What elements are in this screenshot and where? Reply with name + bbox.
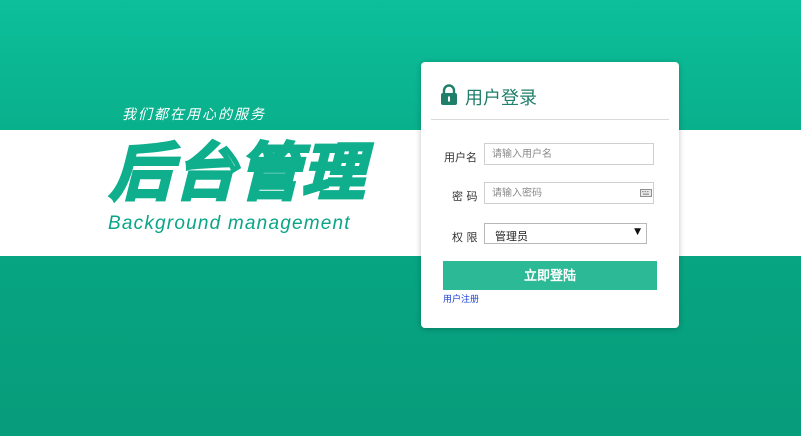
password-input[interactable] xyxy=(484,182,654,204)
login-title: 用户登录 xyxy=(465,88,537,109)
role-select[interactable]: 管理员 ▼ xyxy=(484,223,647,244)
lock-icon xyxy=(441,84,457,105)
login-button[interactable]: 立即登陆 xyxy=(443,261,657,290)
header-divider xyxy=(431,119,669,120)
role-selected-value: 管理员 xyxy=(495,230,528,243)
username-label: 用户名 xyxy=(444,151,477,164)
register-link[interactable]: 用户注册 xyxy=(443,292,479,305)
brand-slogan: 我们都在用心的服务 xyxy=(122,107,266,123)
keyboard-icon[interactable] xyxy=(640,189,652,197)
password-label: 密 码 xyxy=(452,190,478,203)
login-card: 用户登录 用户名 密 码 权 限 管理员 ▼ 立即登陆 用户注册 xyxy=(421,62,679,328)
username-input[interactable] xyxy=(484,143,654,165)
dropdown-arrow-icon: ▼ xyxy=(634,227,641,237)
brand-subtitle: Background management xyxy=(108,213,351,234)
brand-title: 后台管理 xyxy=(108,135,367,210)
login-card-header: 用户登录 xyxy=(421,62,679,120)
role-label: 权 限 xyxy=(452,231,478,244)
login-page: 我们都在用心的服务 后台管理 Background management 用户登… xyxy=(0,0,801,436)
